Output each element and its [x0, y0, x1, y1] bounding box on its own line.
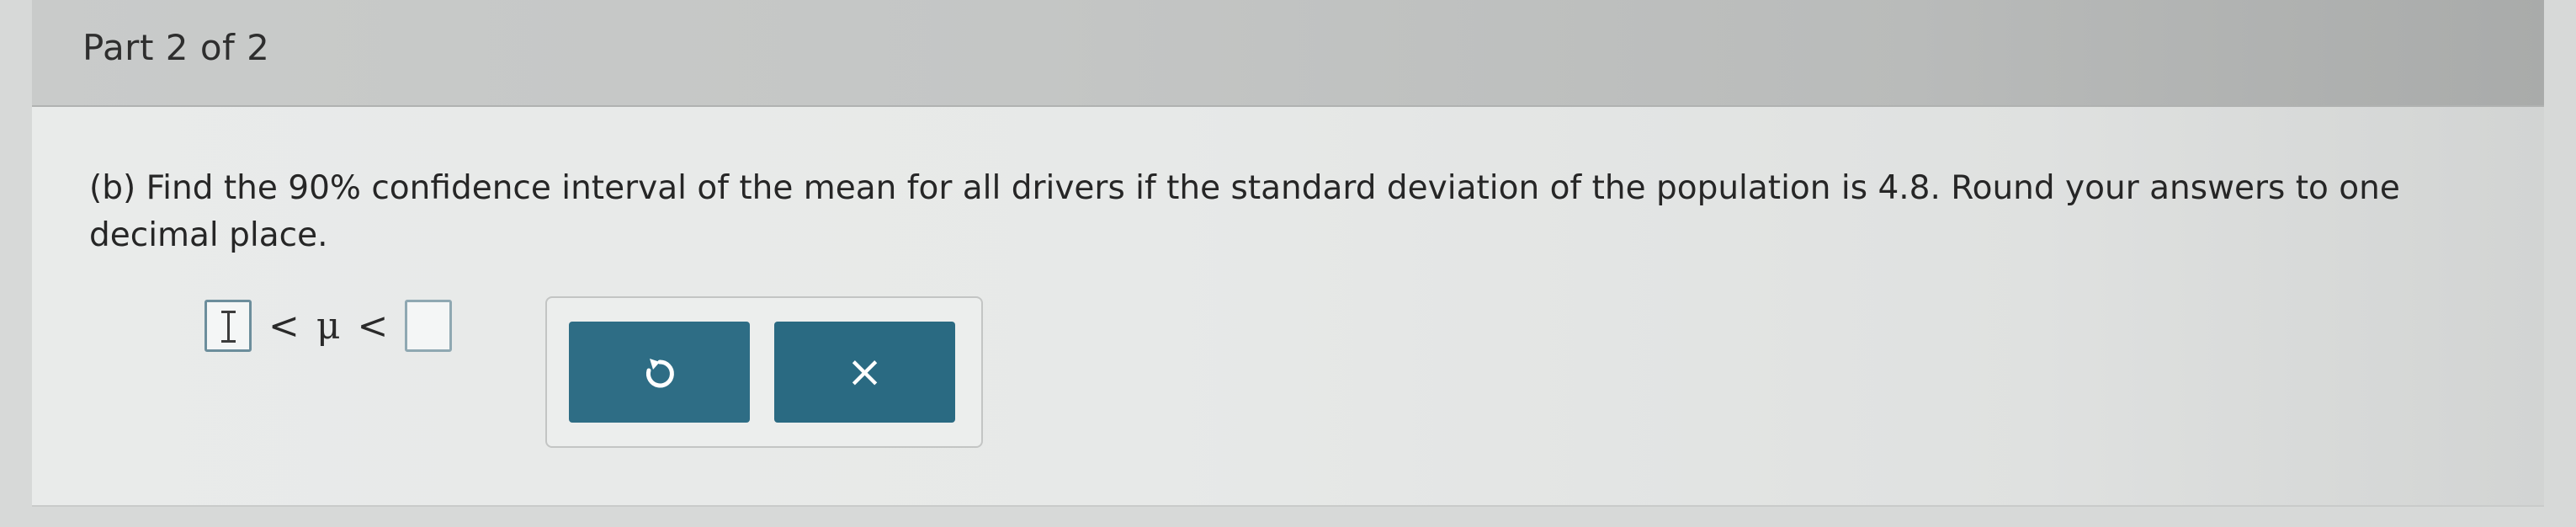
action-button-panel: × — [545, 296, 983, 448]
less-than-symbol-left: < — [268, 304, 300, 348]
question-card: Part 2 of 2 (b) Find the 90% confidence … — [32, 0, 2544, 507]
part-header: Part 2 of 2 — [32, 0, 2544, 107]
upper-bound-input[interactable] — [405, 300, 453, 352]
text-cursor-icon — [221, 311, 236, 343]
confidence-interval-row: < μ < — [204, 296, 453, 355]
clear-button[interactable]: × — [774, 322, 955, 423]
less-than-symbol-right: < — [357, 304, 389, 348]
lower-bound-input[interactable] — [204, 300, 252, 352]
mu-symbol: μ — [316, 304, 341, 348]
question-text: (b) Find the 90% confidence interval of … — [89, 169, 2400, 254]
part-title: Part 2 of 2 — [82, 27, 270, 68]
undo-button[interactable] — [569, 322, 750, 423]
close-icon: × — [846, 347, 884, 397]
undo-icon — [645, 359, 674, 388]
